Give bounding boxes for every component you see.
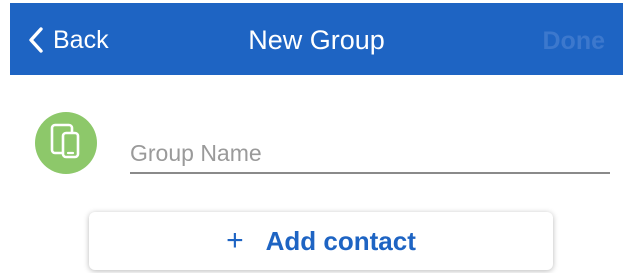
back-button[interactable]: Back (28, 26, 109, 54)
back-label: Back (53, 26, 109, 54)
navigation-bar: Back New Group Done (10, 3, 623, 75)
new-group-screen: Back New Group Done + Add contact (0, 0, 623, 273)
add-contact-button[interactable]: + Add contact (89, 212, 553, 270)
chevron-left-icon (28, 26, 44, 54)
add-contact-label: Add contact (265, 226, 416, 256)
plus-icon: + (226, 224, 244, 257)
group-name-input[interactable] (130, 134, 610, 174)
group-avatar[interactable] (35, 112, 97, 174)
devices-icon (49, 123, 83, 164)
done-button[interactable]: Done (543, 27, 606, 55)
